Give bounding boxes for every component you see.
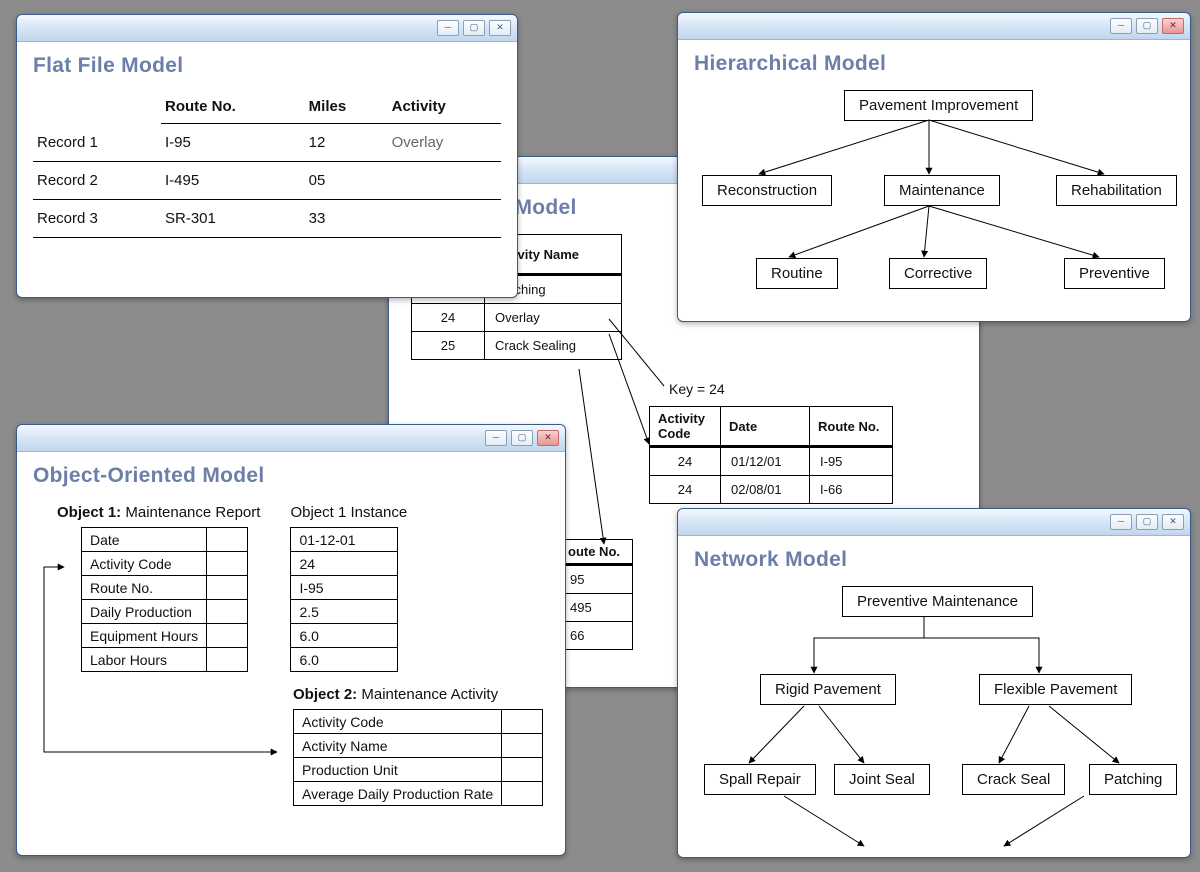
object1-fields: Date Activity Code Route No. Daily Produ… xyxy=(81,527,248,672)
maximize-button[interactable]: ▢ xyxy=(463,20,485,36)
hier-leaf: Preventive xyxy=(1064,258,1165,289)
titlebar: ─ ▢ ✕ xyxy=(17,15,517,42)
minimize-button[interactable]: ─ xyxy=(1110,514,1132,530)
minimize-button[interactable]: ─ xyxy=(437,20,459,36)
window-flat-file: ─ ▢ ✕ Flat File Model Route No.MilesActi… xyxy=(16,14,518,298)
titlebar: ─ ▢ ✕ xyxy=(17,425,565,452)
net-leaf: Spall Repair xyxy=(704,764,816,795)
minimize-button[interactable]: ─ xyxy=(485,430,507,446)
net-leaf: Joint Seal xyxy=(834,764,930,795)
minimize-button[interactable]: ─ xyxy=(1110,18,1132,34)
net-arrows xyxy=(694,586,1194,866)
hier-root: Pavement Improvement xyxy=(844,90,1033,121)
hier-node: Maintenance xyxy=(884,175,1000,206)
window-title: Hierarchical Model xyxy=(694,52,1174,76)
relational-table-c: oute No. 95 495 66 xyxy=(559,539,633,650)
close-button[interactable]: ✕ xyxy=(537,430,559,446)
maximize-button[interactable]: ▢ xyxy=(1136,514,1158,530)
titlebar: ─ ▢ ✕ xyxy=(678,509,1190,536)
net-node: Rigid Pavement xyxy=(760,674,896,705)
hier-node: Reconstruction xyxy=(702,175,832,206)
object2-fields: Activity Code Activity Name Production U… xyxy=(293,709,543,806)
window-object-oriented: ─ ▢ ✕ Object-Oriented Model Object 1: Ma… xyxy=(16,424,566,856)
hier-leaf: Corrective xyxy=(889,258,987,289)
titlebar: ─ ▢ ✕ xyxy=(678,13,1190,40)
maximize-button[interactable]: ▢ xyxy=(511,430,533,446)
relational-table-b: Activity Code Date Route No. 2401/12/01I… xyxy=(649,406,893,504)
close-button[interactable]: ✕ xyxy=(1162,18,1184,34)
object1-label: Object 1: Maintenance Report xyxy=(57,504,260,521)
window-title: Object-Oriented Model xyxy=(33,464,549,488)
maximize-button[interactable]: ▢ xyxy=(1136,18,1158,34)
key-label: Key = 24 xyxy=(669,381,725,397)
window-title: Network Model xyxy=(694,548,1174,572)
flat-file-table: Route No.MilesActivity Record 1I-9512Ove… xyxy=(33,92,501,238)
close-button[interactable]: ✕ xyxy=(489,20,511,36)
object1-instance: 01-12-01 24 I-95 2.5 6.0 6.0 xyxy=(290,527,398,672)
net-leaf: Patching xyxy=(1089,764,1177,795)
object1-instance-label: Object 1 Instance xyxy=(290,504,407,521)
window-title: Flat File Model xyxy=(33,54,501,78)
net-leaf: Crack Seal xyxy=(962,764,1065,795)
close-button[interactable]: ✕ xyxy=(1162,514,1184,530)
hier-node: Rehabilitation xyxy=(1056,175,1177,206)
window-network: ─ ▢ ✕ Network Model Preventive Maintenan… xyxy=(677,508,1191,858)
window-hierarchical: ─ ▢ ✕ Hierarchical Model Pavement Improv… xyxy=(677,12,1191,322)
object2-label: Object 2: Maintenance Activity xyxy=(293,686,549,703)
hier-leaf: Routine xyxy=(756,258,838,289)
net-root: Preventive Maintenance xyxy=(842,586,1033,617)
net-node: Flexible Pavement xyxy=(979,674,1132,705)
